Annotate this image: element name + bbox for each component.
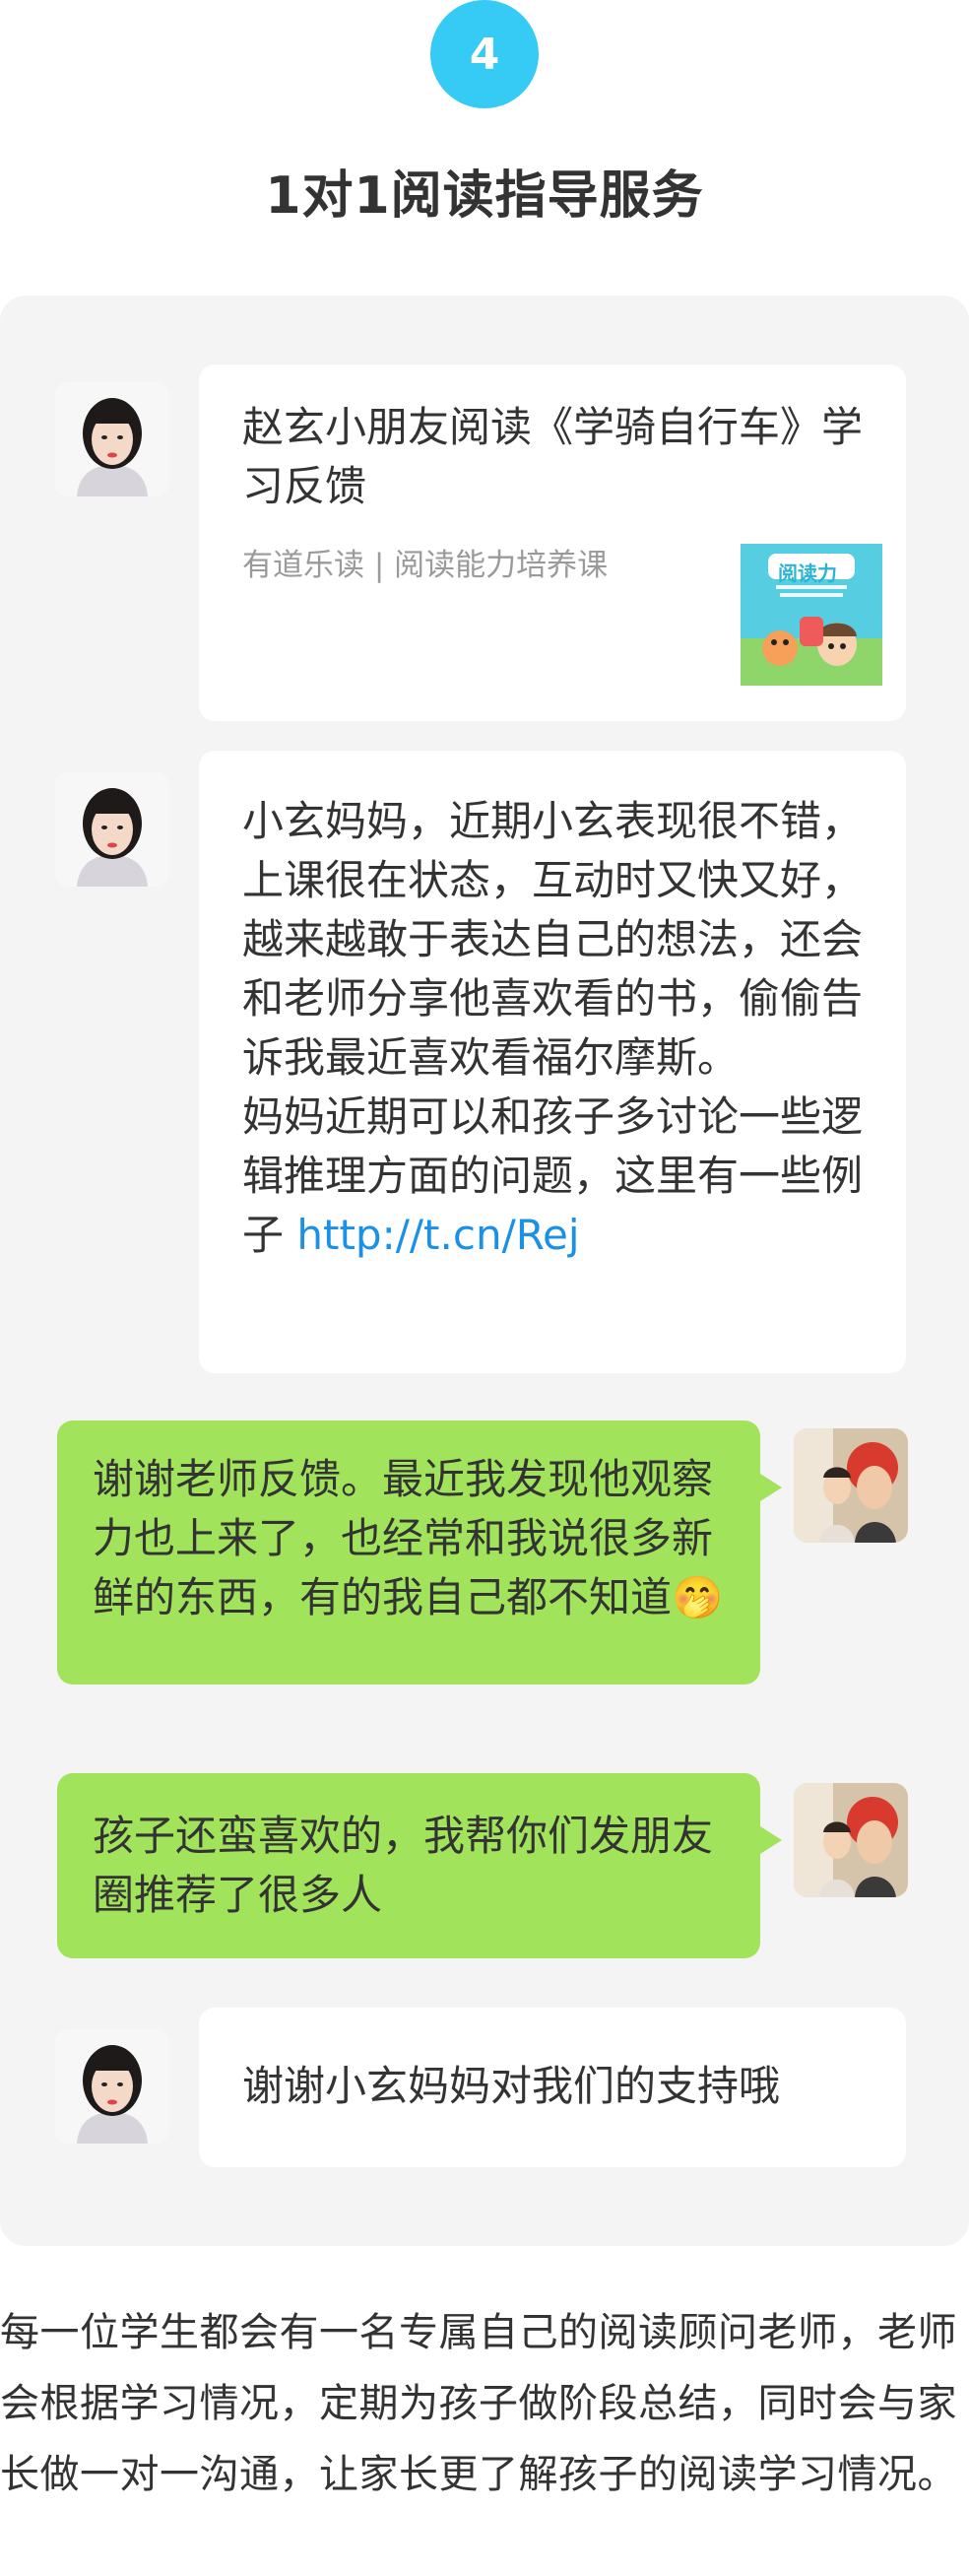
- teacher-portrait-icon: [55, 2029, 169, 2144]
- teacher-message-text: 小玄妈妈，近期小玄表现很不错，上课很在状态，互动时又快又好，越来越敢于表达自己的…: [242, 792, 867, 1265]
- card-title: 赵玄小朋友阅读《学骑自行车》学习反馈: [242, 403, 864, 510]
- teacher-avatar[interactable]: [55, 772, 169, 887]
- chat-panel: 赵玄小朋友阅读《学骑自行车》学习反馈 有道乐读 | 阅读能力培养课 阅读力 小玄…: [0, 296, 969, 2246]
- parent-message-text: 孩子还蛮喜欢的，我帮你们发朋友圈推荐了很多人: [93, 1812, 714, 1919]
- step-number-badge: 4: [430, 0, 539, 108]
- shy-face-emoji-icon: 🤭: [672, 1573, 724, 1621]
- teacher-avatar[interactable]: [55, 382, 169, 496]
- example-link[interactable]: http://t.cn/Rej: [296, 1211, 579, 1259]
- reading-feedback-card[interactable]: 赵玄小朋友阅读《学骑自行车》学习反馈 有道乐读 | 阅读能力培养课 阅读力: [199, 364, 906, 721]
- parent-photo-icon: [794, 1783, 908, 1897]
- teacher-message-bubble[interactable]: 小玄妈妈，近期小玄表现很不错，上课很在状态，互动时又快又好，越来越敢于表达自己的…: [199, 751, 906, 1373]
- section-title: 1对1阅读指导服务: [265, 166, 704, 226]
- page: 4 1对1阅读指导服务 赵玄小朋友阅读《学骑自行车》学习反馈 有道乐读 | 阅读…: [0, 0, 969, 2576]
- parent-avatar[interactable]: [794, 1428, 908, 1543]
- teacher-portrait-icon: [55, 382, 169, 496]
- thumbnail-label: 阅读力: [778, 561, 837, 585]
- service-description: 每一位学生都会有一名专属自己的阅读顾问老师，老师会根据学习情况，定期为孩子做阶段…: [0, 2310, 957, 2497]
- teacher-reply-bubble[interactable]: 谢谢小玄妈妈对我们的支持哦: [199, 2008, 906, 2167]
- parent-message-bubble[interactable]: 孩子还蛮喜欢的，我帮你们发朋友圈推荐了很多人: [57, 1773, 782, 1958]
- parent-photo-icon: [794, 1428, 908, 1543]
- parent-message-text: 谢谢老师反馈。最近我发现他观察力也上来了，也经常和我说很多新鲜的东西，有的我自己…: [93, 1450, 725, 1627]
- teacher-message-body: 小玄妈妈，近期小玄表现很不错，上课很在状态，互动时又快又好，越来越敢于表达自己的…: [242, 797, 864, 1259]
- teacher-portrait-icon: [55, 772, 169, 887]
- parent-avatar[interactable]: [794, 1783, 908, 1897]
- parent-message-body: 谢谢老师反馈。最近我发现他观察力也上来了，也经常和我说很多新鲜的东西，有的我自己…: [93, 1455, 714, 1621]
- teacher-avatar[interactable]: [55, 2029, 169, 2144]
- parent-message-bubble[interactable]: 谢谢老师反馈。最近我发现他观察力也上来了，也经常和我说很多新鲜的东西，有的我自己…: [57, 1420, 782, 1684]
- step-number: 4: [469, 29, 500, 80]
- teacher-reply-text: 谢谢小玄妈妈对我们的支持哦: [242, 2062, 781, 2110]
- card-source: 有道乐读 | 阅读能力培养课: [242, 548, 609, 583]
- card-thumbnail: 阅读力: [741, 544, 882, 686]
